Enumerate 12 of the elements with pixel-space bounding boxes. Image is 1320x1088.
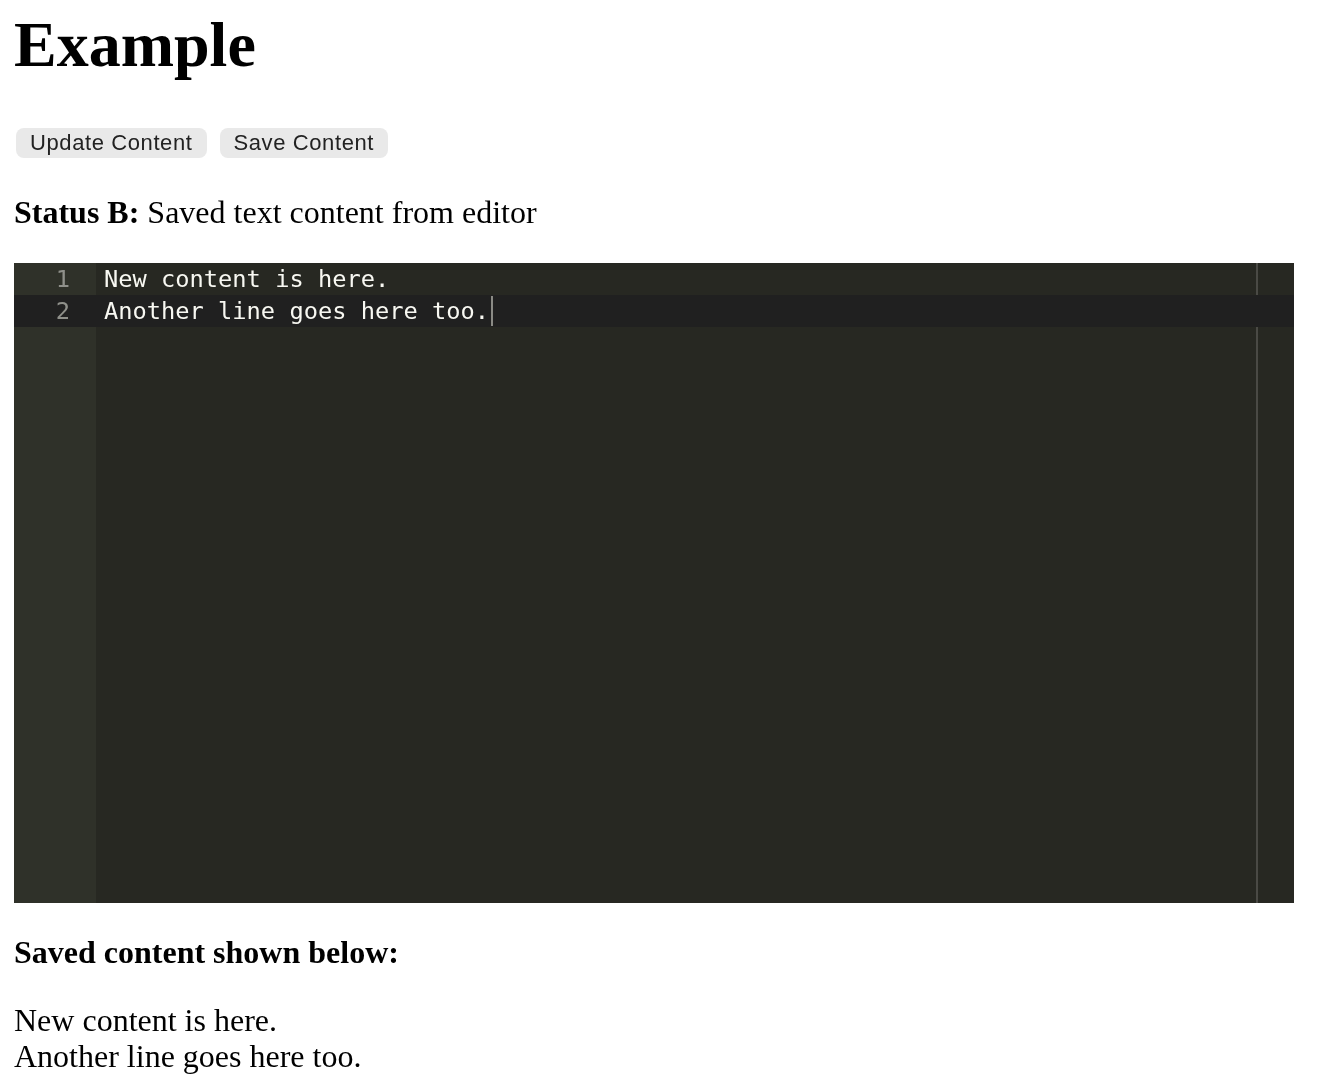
saved-text-line: Another line goes here too. [14,1038,363,1074]
code-editor[interactable]: 1 2 New content is here. Another line goes here too. [14,263,1294,903]
content-button[interactable]: Update Content [16,128,207,158]
code-line: Another line goes here too. [104,296,490,327]
status-text: Status B: Saved text content from editor [14,194,538,230]
code-line: New content is here. [104,264,390,295]
saved-content-heading: Saved content shown below: [14,934,400,970]
content-button[interactable]: Save Content [219,128,389,158]
page-title: Example [14,8,257,82]
line-number: 1 [54,264,71,295]
saved-text-line: New content is here. [14,1002,278,1038]
line-number: 2 [14,295,96,327]
